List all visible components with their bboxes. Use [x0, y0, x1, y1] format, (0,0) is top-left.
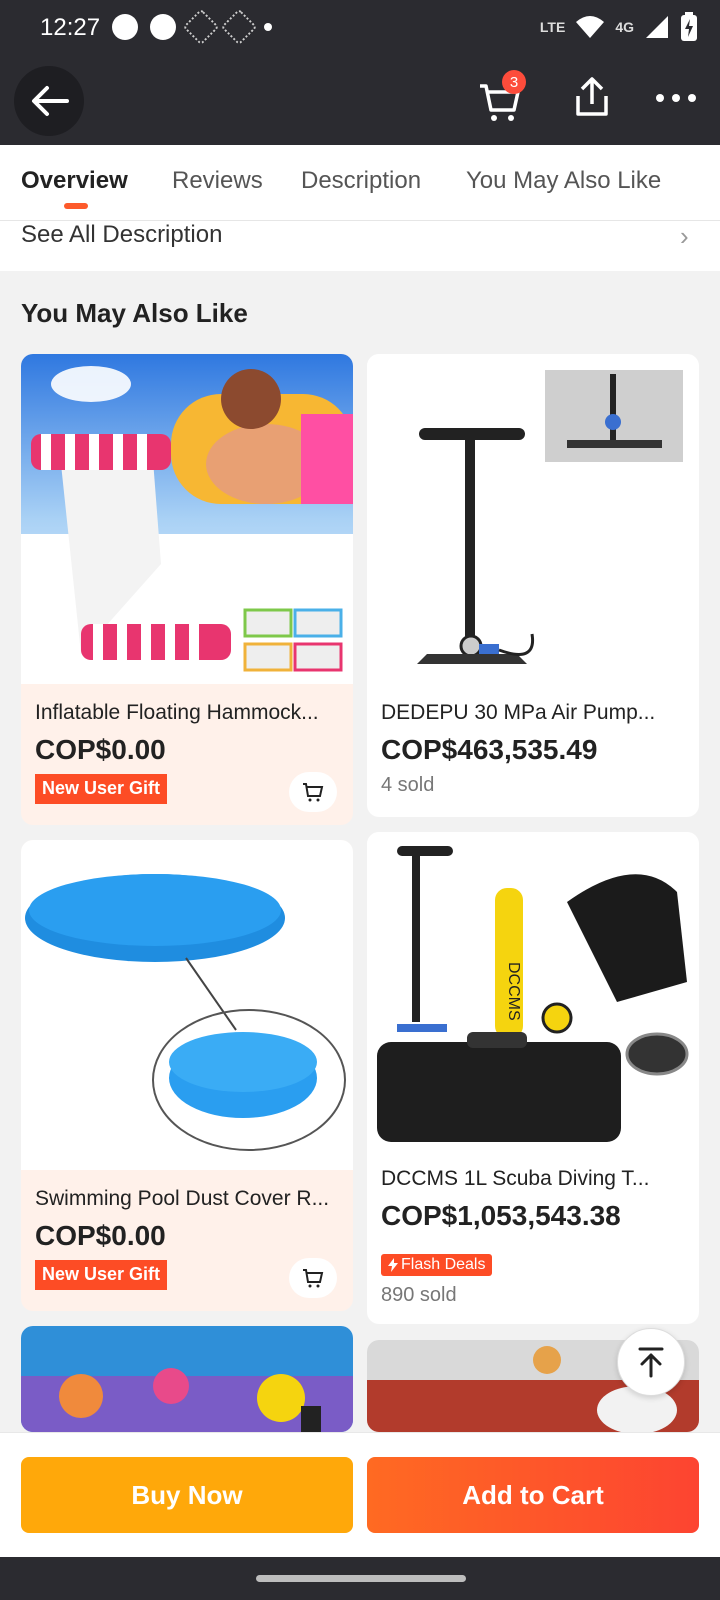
product-price: COP$0.00: [35, 734, 166, 765]
messenger-icon: [112, 14, 138, 40]
network-type: 4G: [615, 19, 634, 35]
status-time: 12:27: [40, 14, 101, 41]
active-tab-indicator: [64, 203, 88, 209]
new-user-gift-badge: New User Gift: [35, 774, 168, 804]
battery-icon: [681, 12, 697, 41]
sold-count: 890 sold: [381, 1284, 457, 1306]
more-notifications-icon: [264, 23, 272, 31]
add-to-cart-mini-button[interactable]: [289, 772, 337, 812]
section-title: You May Also Like: [21, 298, 248, 328]
product-card-air-pump[interactable]: DEDEPU 30 MPa Air Pump... COP$463,535.49…: [367, 354, 699, 817]
scroll-to-top-button[interactable]: [617, 1328, 685, 1396]
add-to-cart-mini-button[interactable]: [289, 1258, 337, 1298]
system-nav-bar: [0, 1557, 720, 1600]
product-card-scuba-set[interactable]: DCCMS DCCMS 1L Scuba Diving T... COP$1,0…: [367, 832, 699, 1324]
product-image-hammock: [21, 354, 353, 684]
grid-app-icon-2: [220, 8, 258, 46]
app-bar: 3: [0, 56, 720, 145]
product-price: COP$1,053,543.38: [381, 1200, 621, 1231]
dccms-logo-text: DCCMS: [505, 962, 522, 1021]
cart-icon: [303, 1269, 324, 1288]
product-image-scuba-set: DCCMS: [367, 832, 699, 1162]
product-price: COP$0.00: [35, 1220, 166, 1251]
tab-overview[interactable]: Overview: [21, 167, 128, 195]
bottom-action-bar: Buy Now Add to Cart: [0, 1432, 720, 1557]
volte-icon: LTE: [539, 19, 566, 35]
product-title: Swimming Pool Dust Cover R...: [35, 1187, 330, 1210]
lightning-icon: [388, 1258, 398, 1272]
system-icons: LTE 4G: [540, 12, 698, 42]
wifi-icon: [576, 16, 605, 38]
share-icon: [576, 77, 608, 116]
status-bar: 12:27 LTE 4G: [0, 0, 720, 56]
cart-button[interactable]: 3: [478, 70, 528, 122]
more-options-button[interactable]: [654, 80, 704, 116]
product-image-air-pump: [367, 354, 699, 684]
more-dots-icon: [656, 94, 696, 102]
product-card-hammock[interactable]: Inflatable Floating Hammock... COP$0.00 …: [21, 354, 353, 825]
see-all-description-row[interactable]: See All Description ›: [0, 221, 720, 271]
chevron-right-icon: ›: [680, 221, 689, 251]
signal-icon: [646, 16, 668, 38]
product-card-partial-left[interactable]: [21, 1326, 353, 1432]
flash-deals-label: Flash Deals: [401, 1256, 486, 1273]
notification-icons: [112, 8, 272, 46]
product-title: Inflatable Floating Hammock...: [35, 701, 319, 724]
see-all-description-label: See All Description: [21, 221, 223, 248]
arrow-left-icon: [32, 86, 69, 116]
product-tabs: Overview Reviews Description You May Als…: [0, 145, 720, 221]
buy-now-button[interactable]: Buy Now: [21, 1457, 353, 1533]
home-gesture-handle[interactable]: [256, 1575, 466, 1582]
grid-app-icon: [182, 8, 220, 46]
tab-description[interactable]: Description: [301, 167, 421, 195]
back-button[interactable]: [14, 66, 84, 136]
cart-icon: [303, 783, 324, 802]
tab-you-may-also-like[interactable]: You May Also Like: [466, 167, 661, 195]
product-title: DEDEPU 30 MPa Air Pump...: [381, 701, 656, 724]
arrow-up-icon: [638, 1347, 664, 1378]
tab-reviews[interactable]: Reviews: [172, 167, 263, 195]
sold-count: 4 sold: [381, 774, 435, 796]
product-image-pool-cover: [21, 840, 353, 1170]
cart-count-badge: 3: [502, 70, 526, 94]
product-title: DCCMS 1L Scuba Diving T...: [381, 1167, 650, 1190]
share-button[interactable]: [572, 76, 616, 120]
add-to-cart-button[interactable]: Add to Cart: [367, 1457, 699, 1533]
app-notification-icon: [150, 14, 176, 40]
flash-deals-badge: Flash Deals: [381, 1254, 493, 1276]
product-image-coral-reef: [21, 1326, 353, 1432]
new-user-gift-badge: New User Gift: [35, 1260, 168, 1290]
product-price: COP$463,535.49: [381, 734, 598, 765]
product-card-pool-cover[interactable]: Swimming Pool Dust Cover R... COP$0.00 N…: [21, 840, 353, 1311]
